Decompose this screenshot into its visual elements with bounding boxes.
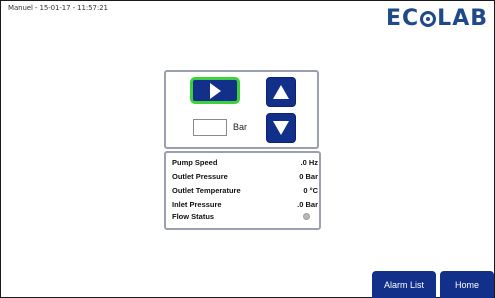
- reading-label: Inlet Pressure: [172, 200, 222, 209]
- reading-value: .0 Hz: [300, 158, 318, 167]
- decrease-button[interactable]: [266, 113, 296, 143]
- reading-label: Pump Speed: [172, 158, 218, 167]
- readings-panel: Pump Speed .0 Hz Outlet Pressure 0 Bar O…: [164, 151, 321, 230]
- ecolab-logo: EC LAB: [386, 6, 488, 31]
- reading-row: Outlet Temperature 0 °C: [172, 186, 318, 198]
- increase-button[interactable]: [266, 77, 296, 107]
- start-button[interactable]: [190, 77, 240, 104]
- hmi-screen: Manuel - 15-01-17 - 11:57:21 EC LAB Bar P…: [0, 0, 495, 298]
- reading-row: Pump Speed .0 Hz: [172, 158, 318, 170]
- alarm-list-button[interactable]: Alarm List: [372, 271, 436, 298]
- pressure-unit-label: Bar: [233, 122, 248, 132]
- reading-value: 0 Bar: [299, 172, 318, 181]
- home-button[interactable]: Home: [440, 271, 494, 298]
- reading-label: Flow Status: [172, 212, 215, 221]
- status-bar: Manuel - 15-01-17 - 11:57:21: [8, 4, 108, 12]
- reading-value: 0 °C: [303, 186, 318, 195]
- reading-row: Outlet Pressure 0 Bar: [172, 172, 318, 184]
- pressure-setpoint-input[interactable]: [193, 119, 227, 136]
- flow-status-indicator-icon: [303, 213, 310, 220]
- reading-row: Inlet Pressure .0 Bar: [172, 200, 318, 212]
- play-icon: [209, 82, 221, 99]
- arrow-up-icon: [273, 85, 289, 99]
- reading-row: Flow Status: [172, 212, 318, 224]
- logo-text-start: EC: [385, 6, 420, 31]
- pump-control-panel: Bar: [164, 70, 319, 149]
- reading-value: .0 Bar: [297, 200, 318, 209]
- arrow-down-icon: [273, 121, 289, 135]
- reading-label: Outlet Temperature: [172, 186, 241, 195]
- logo-ring-icon: [420, 11, 437, 27]
- logo-text-end: LAB: [437, 6, 488, 31]
- reading-label: Outlet Pressure: [172, 172, 228, 181]
